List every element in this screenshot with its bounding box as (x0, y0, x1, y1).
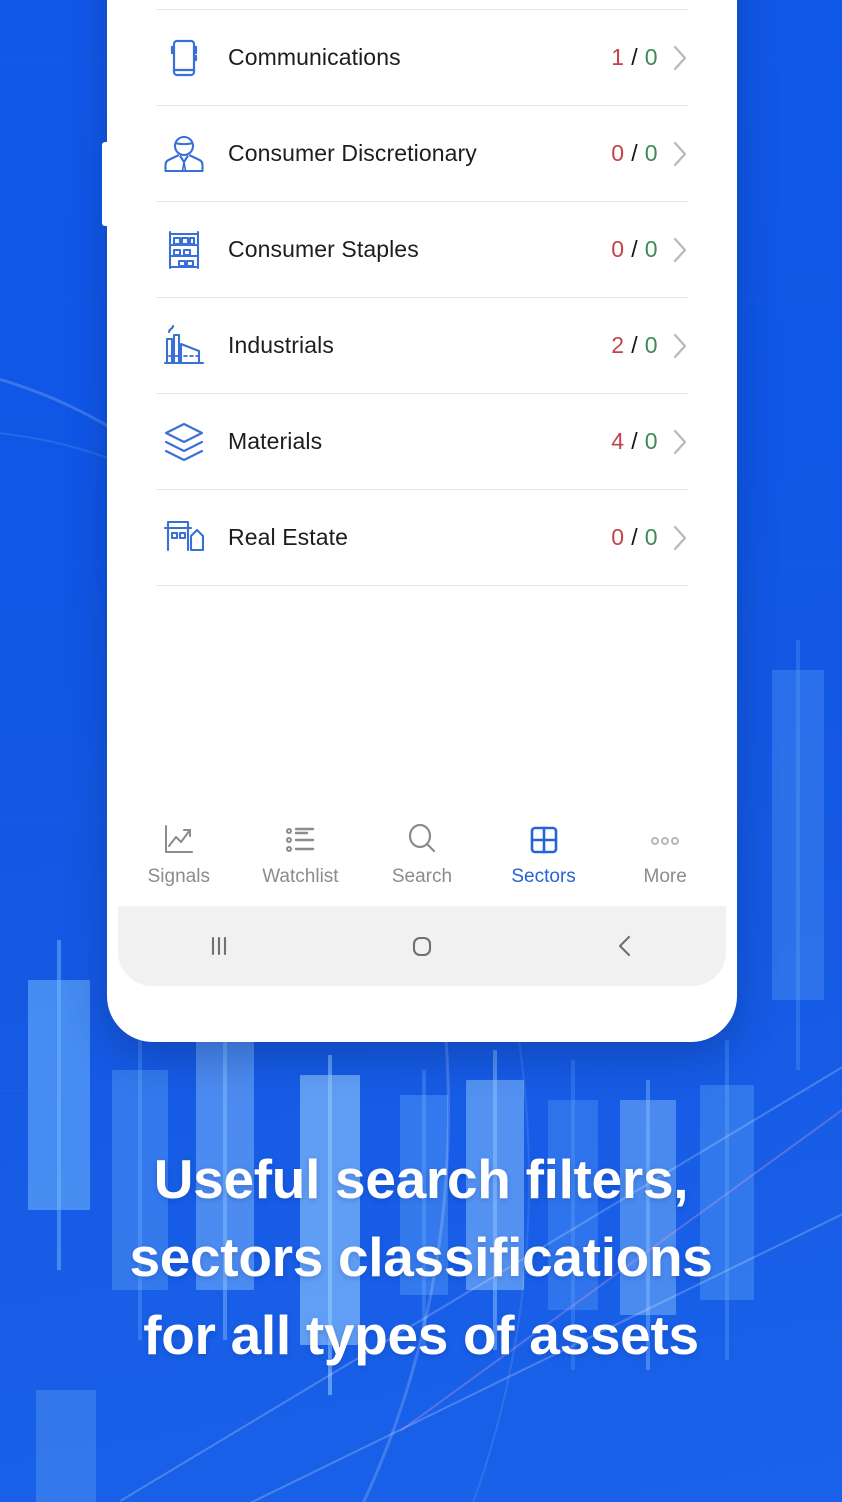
sector-row-consumer-discretionary[interactable]: Consumer Discretionary 0 / 0 (156, 106, 688, 202)
sectors-grid-icon (524, 818, 564, 862)
consumer-staples-shelf-icon (156, 222, 212, 278)
sectors-list: Energy 2 / 0 (118, 0, 726, 586)
tab-label: Signals (147, 866, 210, 887)
sector-label: Materials (228, 428, 323, 454)
phone-mockup: Energy 2 / 0 (102, 0, 737, 1042)
sector-counts: 0 / 0 (611, 236, 658, 262)
tab-label: Sectors (511, 866, 576, 887)
sector-label: Consumer Discretionary (228, 140, 477, 166)
sector-row-financials[interactable]: Financials 7 / 1 (156, 0, 688, 10)
phone-screen: Energy 2 / 0 (118, 0, 726, 986)
sector-counts: 1 / 0 (611, 44, 658, 70)
search-magnifier-icon (402, 818, 442, 862)
watchlist-list-icon (280, 818, 320, 862)
back-icon[interactable] (570, 916, 680, 976)
tab-watchlist[interactable]: Watchlist (240, 818, 362, 888)
sector-row-materials[interactable]: Materials 4 / 0 (156, 394, 688, 490)
chevron-right-icon[interactable] (672, 524, 688, 552)
more-dots-icon (645, 818, 685, 862)
sector-counts: 4 / 0 (611, 428, 658, 454)
tab-more[interactable]: More (604, 818, 726, 888)
sector-row-real-estate[interactable]: Real Estate 0 / 0 (156, 490, 688, 586)
sector-counts: 2 / 0 (611, 332, 658, 358)
sector-counts: 0 / 0 (611, 140, 658, 166)
tab-label: Search (391, 866, 453, 887)
chevron-right-icon[interactable] (672, 332, 688, 360)
sector-counts: 0 / 0 (611, 524, 658, 550)
sector-label: Consumer Staples (228, 236, 419, 262)
recents-icon[interactable] (164, 916, 274, 976)
tab-sectors[interactable]: Sectors (483, 818, 605, 888)
promo-line-2: sectors classifications (129, 1226, 713, 1288)
android-system-nav (118, 906, 726, 986)
tab-search[interactable]: Search (361, 818, 483, 888)
materials-layers-icon (156, 414, 212, 470)
phone-side-button (102, 142, 109, 226)
promo-line-3: for all types of assets (143, 1304, 699, 1366)
consumer-discretionary-person-icon (156, 126, 212, 182)
chevron-right-icon[interactable] (672, 236, 688, 264)
bottom-tab-bar: Signals Watchlist Search Sectors More (118, 810, 726, 906)
promo-headline: Useful search filters, sectors classific… (0, 1140, 842, 1374)
home-icon[interactable] (367, 916, 477, 976)
tab-label: More (643, 866, 687, 887)
background-candle (772, 640, 824, 1070)
sector-label: Communications (228, 44, 401, 70)
sector-row-consumer-staples[interactable]: Consumer Staples 0 / 0 (156, 202, 688, 298)
industrials-factory-icon (156, 318, 212, 374)
tab-signals[interactable]: Signals (118, 818, 240, 888)
sector-label: Real Estate (228, 524, 348, 550)
chevron-right-icon[interactable] (672, 428, 688, 456)
tab-label: Watchlist (262, 866, 339, 887)
sector-label: Industrials (228, 332, 334, 358)
sector-row-communications[interactable]: Communications 1 / 0 (156, 10, 688, 106)
chevron-right-icon[interactable] (672, 140, 688, 168)
signals-chart-icon (159, 818, 199, 862)
promo-line-1: Useful search filters, (153, 1148, 689, 1210)
chevron-right-icon[interactable] (672, 44, 688, 72)
real-estate-building-icon (156, 510, 212, 566)
sector-row-industrials[interactable]: Industrials 2 / 0 (156, 298, 688, 394)
communications-phone-icon (156, 30, 212, 86)
